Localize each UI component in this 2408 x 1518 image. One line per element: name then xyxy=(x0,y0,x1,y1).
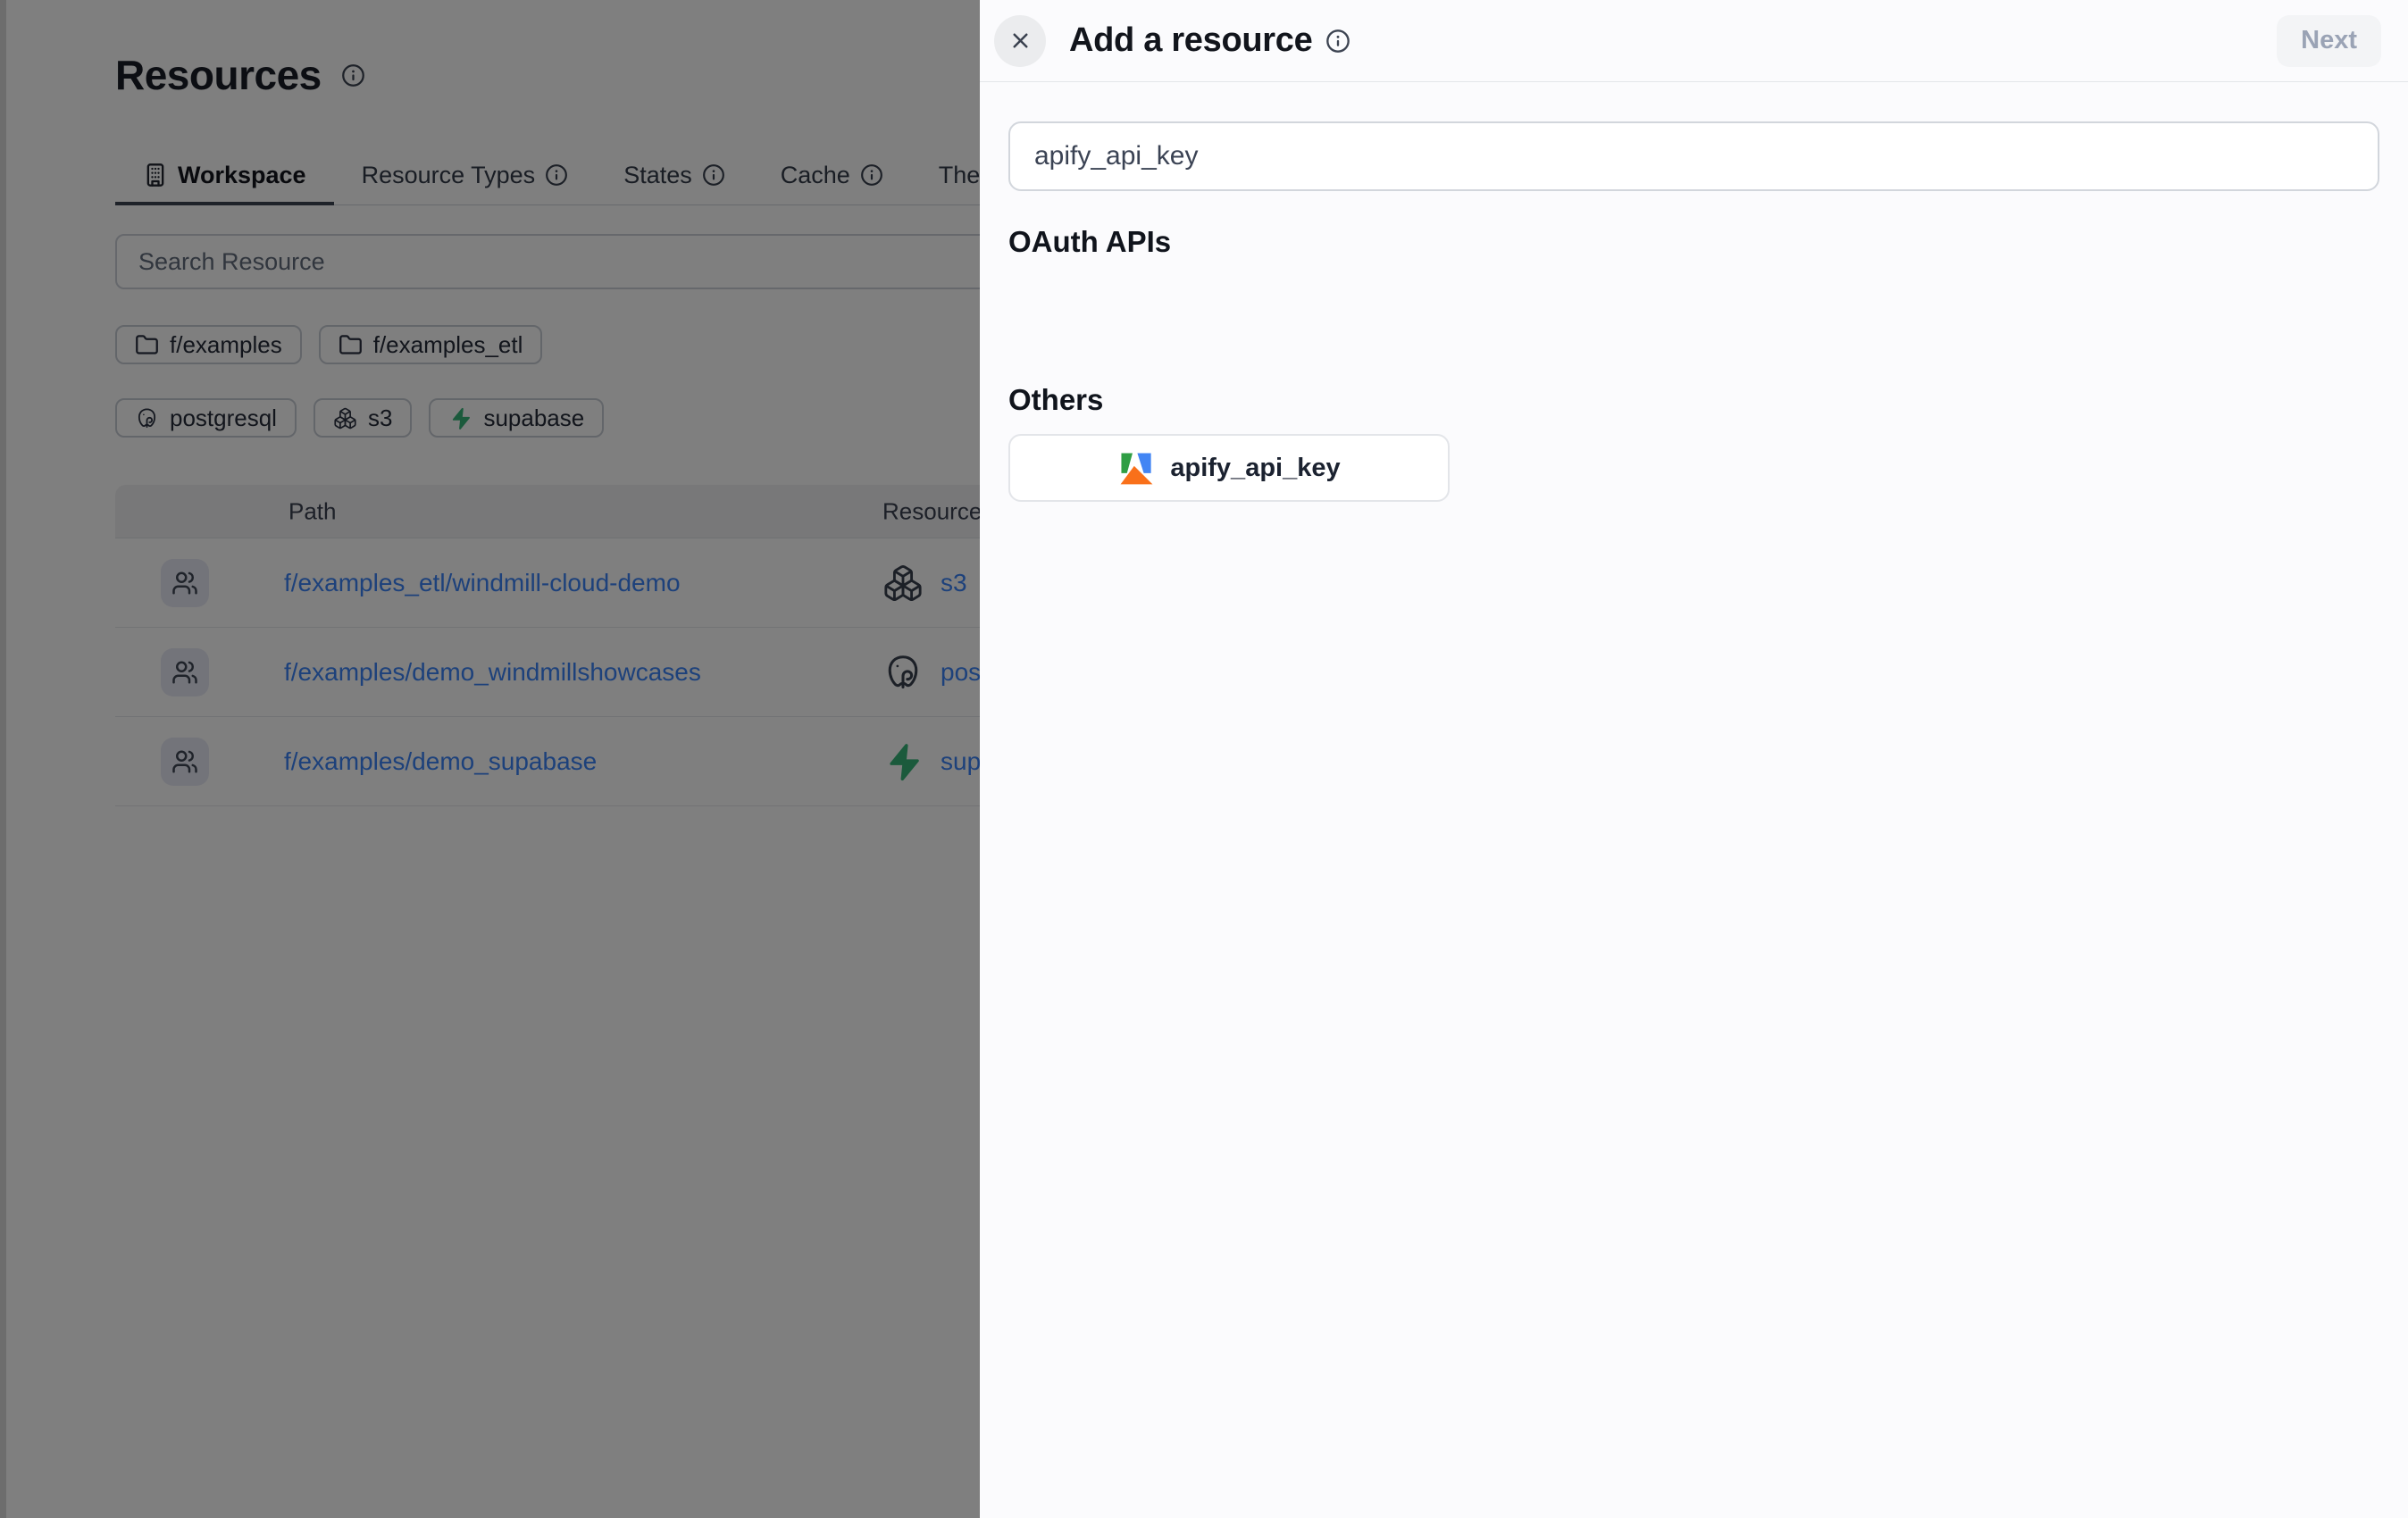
resource-type-card-label: apify_api_key xyxy=(1170,454,1340,483)
resource-type-filter-input[interactable] xyxy=(1008,121,2379,191)
section-heading-others: Others xyxy=(1008,381,2379,419)
apify-logo-icon xyxy=(1117,449,1156,488)
info-icon[interactable] xyxy=(1325,29,1350,54)
close-button[interactable] xyxy=(994,15,1046,67)
drawer-body: OAuth APIs Others apify_api_key xyxy=(980,82,2408,502)
section-heading-oauth: OAuth APIs xyxy=(1008,223,2379,261)
window-edge xyxy=(0,0,6,1518)
close-icon xyxy=(1008,29,1033,53)
app-window: Resources Workspace Resource Types State… xyxy=(0,0,2408,1518)
next-button[interactable]: Next xyxy=(2277,15,2381,67)
drawer-title: Add a resource xyxy=(1069,21,1312,60)
drawer-header: Add a resource Next xyxy=(980,0,2408,82)
add-resource-drawer: Add a resource Next OAuth APIs Others ap… xyxy=(980,0,2408,1518)
oauth-empty-area xyxy=(1008,261,2379,349)
resource-type-card-apify[interactable]: apify_api_key xyxy=(1008,434,1450,502)
